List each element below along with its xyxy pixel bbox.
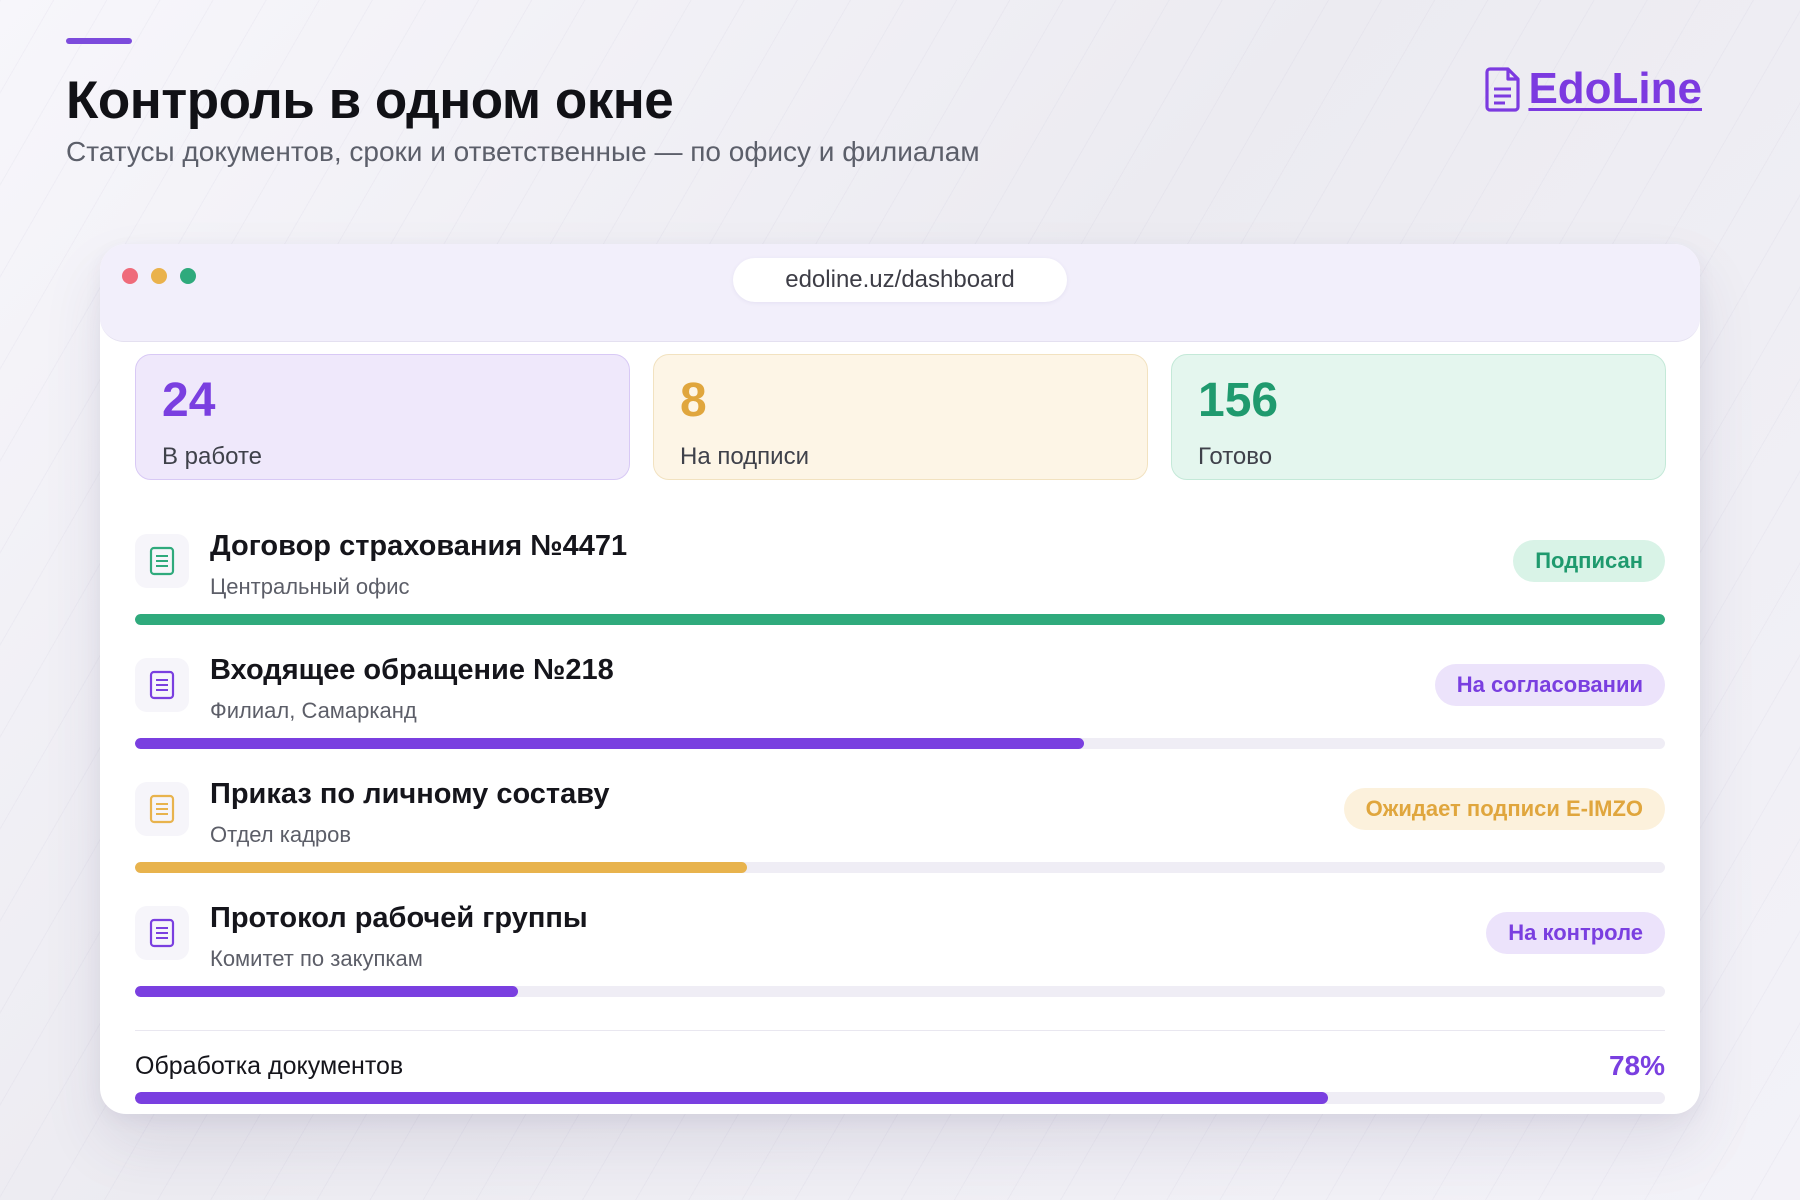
document-row[interactable]: Договор страхования №4471 Центральный оф… (135, 530, 1665, 644)
status-badge: Подписан (1513, 540, 1665, 582)
address-bar[interactable]: edoline.uz/dashboard (733, 258, 1067, 302)
window-titlebar: edoline.uz/dashboard (100, 244, 1700, 342)
document-row[interactable]: Протокол рабочей группы Комитет по закуп… (135, 902, 1665, 1016)
document-department: Центральный офис (210, 574, 410, 599)
status-badge: Ожидает подписи E-IMZO (1343, 788, 1665, 830)
status-badge: На контроле (1486, 912, 1665, 954)
stat-value: 8 (680, 374, 707, 427)
maximize-window-dot[interactable] (180, 268, 196, 284)
document-title: Входящее обращение №218 (210, 654, 614, 686)
summary-progress-fill (135, 1092, 1329, 1104)
stat-value: 24 (162, 374, 216, 427)
stat-card-in-progress[interactable]: 24 В работе (135, 354, 630, 480)
stat-value: 156 (1198, 374, 1279, 427)
document-icon (135, 658, 189, 712)
stat-label: В работе (162, 443, 263, 470)
progress-track (135, 986, 1665, 997)
stat-card-done[interactable]: 156 Готово (1171, 354, 1666, 480)
stat-label: Готово (1198, 443, 1273, 470)
page-title: Контроль в одном окне (66, 71, 674, 130)
dashboard-window: edoline.uz/dashboard 24 В работе 8 На по… (100, 244, 1700, 1114)
progress-fill (135, 614, 1665, 625)
status-badge: На согласовании (1434, 664, 1665, 706)
progress-fill (135, 738, 1084, 749)
document-icon (135, 906, 189, 960)
document-title: Приказ по личному составу (210, 778, 610, 810)
close-window-dot[interactable] (122, 268, 138, 284)
stat-card-awaiting-signature[interactable]: 8 На подписи (653, 354, 1148, 480)
logo-text: EdoLine (1528, 64, 1702, 113)
document-department: Комитет по закупкам (210, 946, 423, 971)
stat-label: На подписи (680, 443, 809, 470)
document-row[interactable]: Приказ по личному составу Отдел кадров О… (135, 778, 1665, 892)
page-subtitle: Статусы документов, сроки и ответственны… (66, 136, 980, 167)
progress-fill (135, 862, 747, 873)
summary-percent: 78% (1608, 1050, 1665, 1081)
document-title: Договор страхования №4471 (210, 530, 628, 562)
document-department: Филиал, Самарканд (210, 698, 417, 723)
progress-track (135, 862, 1665, 873)
document-title: Протокол рабочей группы (210, 902, 588, 934)
document-icon (1485, 67, 1521, 112)
edoline-logo[interactable]: EdoLine (1484, 64, 1702, 114)
progress-fill (135, 986, 518, 997)
minimize-window-dot[interactable] (151, 268, 167, 284)
summary-progress-track (135, 1092, 1665, 1104)
summary-label: Обработка документов (135, 1052, 404, 1080)
document-department: Отдел кадров (210, 822, 352, 847)
progress-track (135, 738, 1665, 749)
divider (135, 1030, 1665, 1031)
document-icon (135, 534, 189, 588)
progress-track (135, 614, 1665, 625)
document-icon (135, 782, 189, 836)
document-row[interactable]: Входящее обращение №218 Филиал, Самаркан… (135, 654, 1665, 768)
accent-line (66, 38, 132, 44)
